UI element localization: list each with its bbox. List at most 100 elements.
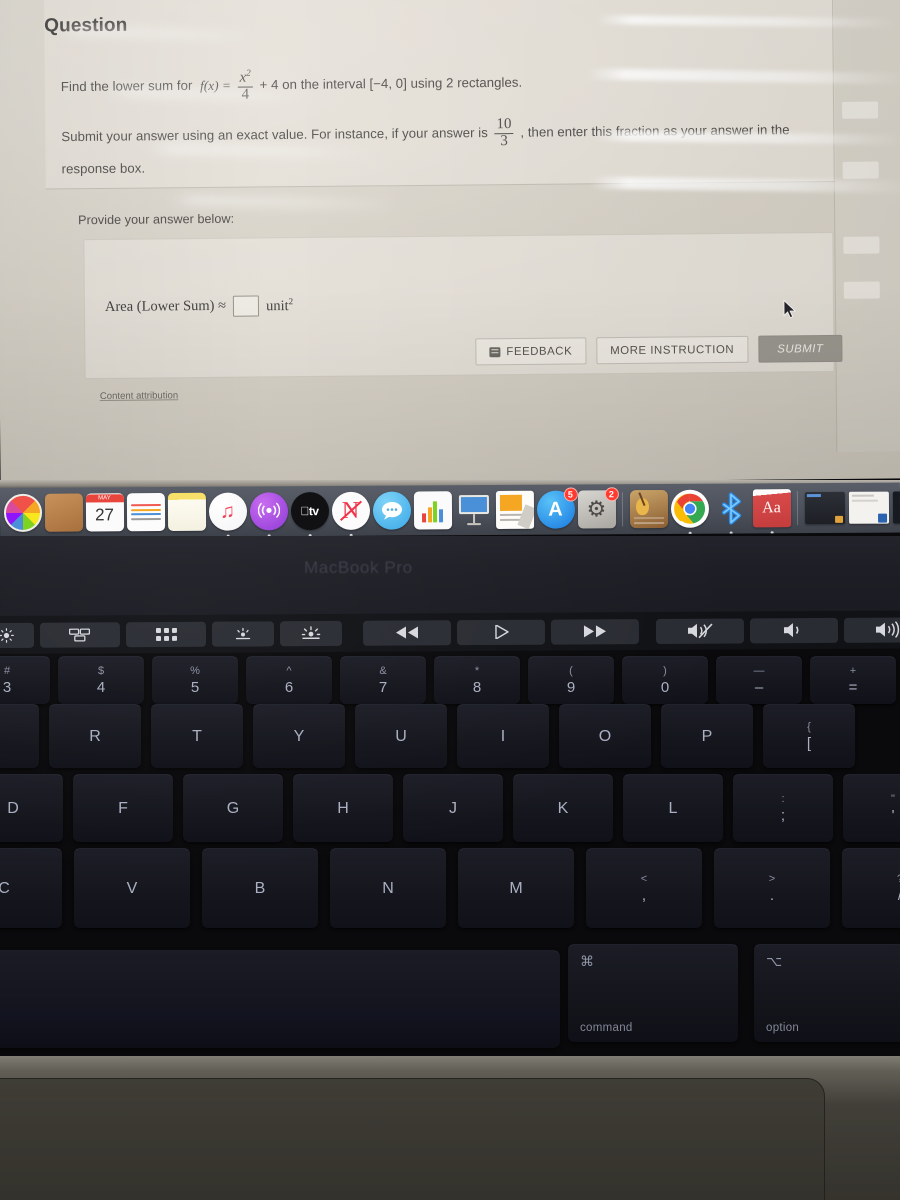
trackpad[interactable] — [0, 1078, 825, 1200]
key-4[interactable]: $ 4 — [58, 656, 144, 704]
key-period[interactable]: > . — [714, 848, 830, 928]
key-6[interactable]: ^ 6 — [246, 656, 332, 704]
key-n[interactable]: N — [330, 848, 446, 928]
messages-icon[interactable] — [372, 491, 411, 530]
key-main-label: 0 — [660, 679, 670, 696]
answer-input[interactable] — [232, 295, 260, 317]
pages-icon[interactable] — [495, 490, 534, 529]
key-main-label: D — [7, 799, 19, 817]
macos-dock[interactable]: MAY 27 ♫ tv N — [0, 482, 900, 538]
bluetooth-glyph — [721, 492, 741, 525]
apple-tv-icon[interactable]: tv — [290, 491, 329, 531]
key-space[interactable] — [0, 950, 560, 1048]
podcasts-icon[interactable] — [249, 492, 288, 531]
news-icon[interactable]: N — [331, 491, 370, 530]
keyboard-brightness-down-key[interactable] — [211, 620, 275, 647]
pages-line — [499, 518, 520, 521]
key-5[interactable]: % 5 — [152, 656, 238, 704]
key-u[interactable]: U — [355, 704, 447, 768]
google-chrome-icon[interactable] — [670, 489, 709, 528]
key-f[interactable]: F — [73, 774, 173, 842]
key-main-label: K — [557, 799, 569, 817]
brightness-down-key[interactable] — [0, 622, 35, 648]
key-e[interactable]: E — [0, 704, 39, 768]
example-frac-denominator: 3 — [494, 132, 514, 150]
key-v[interactable]: V — [74, 848, 190, 928]
doc-line — [851, 499, 878, 502]
key-m[interactable]: M — [458, 848, 574, 928]
key-g[interactable]: G — [183, 774, 283, 842]
key-7[interactable]: & 7 — [340, 656, 426, 704]
dictionary-icon[interactable]: Aa — [752, 489, 791, 528]
key-o[interactable]: O — [559, 704, 651, 768]
key-l[interactable]: L — [623, 774, 723, 842]
key-t[interactable]: T — [151, 704, 243, 768]
app-store-icon[interactable]: A 5 — [536, 487, 578, 529]
submit-button[interactable]: SUBMIT — [758, 334, 843, 363]
mission-control-key[interactable] — [39, 621, 121, 648]
keyboard-qwerty-row: E R T Y U I O P { [ — [0, 704, 860, 768]
key-top-label: " — [891, 793, 895, 805]
more-instruction-button[interactable]: MORE INSTRUCTION — [596, 335, 749, 365]
key-i[interactable]: I — [457, 704, 549, 768]
key-c[interactable]: C — [0, 848, 62, 928]
key-comma[interactable]: < , — [586, 848, 702, 928]
garageband-icon[interactable] — [629, 489, 668, 529]
system-preferences-icon[interactable]: ⚙ 2 — [577, 487, 619, 529]
keyboard-home-row: D F G H J K L : ; " ' — [0, 774, 900, 842]
key-main-label: 5 — [190, 679, 200, 696]
key-command[interactable]: ⌘ command — [568, 944, 738, 1042]
key-equals[interactable]: + = — [810, 656, 896, 704]
key-y[interactable]: Y — [253, 704, 345, 768]
keyboard-brightness-up-key[interactable] — [279, 620, 343, 646]
key-quote[interactable]: " ' — [843, 774, 900, 842]
key-main-label: , — [641, 887, 647, 904]
fast-forward-key[interactable] — [550, 618, 640, 645]
key-h[interactable]: H — [293, 774, 393, 842]
key-main-label: V — [126, 879, 138, 897]
mute-key[interactable] — [655, 617, 745, 644]
calendar-icon[interactable]: MAY 27 — [85, 493, 124, 532]
touch-bar[interactable] — [0, 610, 900, 654]
contacts-icon[interactable] — [44, 493, 83, 532]
key-slash[interactable]: ? / — [842, 848, 900, 928]
laptop-photo-scene: Question Find the lower sum for f(x) = x… — [0, 0, 900, 1200]
minimized-window-media[interactable] — [892, 491, 900, 524]
key-b[interactable]: B — [202, 848, 318, 928]
keynote-icon[interactable] — [454, 491, 492, 529]
volume-down-key[interactable] — [749, 617, 839, 643]
key-p[interactable]: P — [661, 704, 753, 768]
key-3[interactable]: # 3 — [0, 656, 50, 704]
key-minus[interactable]: — – — [716, 656, 802, 704]
key-bracket-left[interactable]: { [ — [763, 704, 855, 768]
key-r[interactable]: R — [49, 704, 141, 768]
key-0[interactable]: ) 0 — [622, 656, 708, 704]
numbers-icon[interactable] — [413, 491, 452, 530]
gear-icon: ⚙ — [586, 496, 607, 522]
key-top-label: ) — [663, 665, 667, 677]
key-j[interactable]: J — [403, 774, 503, 842]
rewind-key[interactable] — [362, 619, 452, 646]
launchpad-key[interactable] — [125, 621, 207, 647]
key-8[interactable]: * 8 — [434, 656, 520, 704]
minimized-window-document[interactable] — [848, 491, 890, 524]
chrome-glyph — [673, 493, 705, 524]
key-semicolon[interactable]: : ; — [733, 774, 833, 842]
play-pause-key[interactable] — [456, 619, 546, 645]
key-d[interactable]: D — [0, 774, 63, 842]
volume-up-key[interactable] — [843, 616, 900, 643]
reminder-line — [130, 513, 161, 516]
finder-icon[interactable] — [3, 493, 42, 532]
feedback-button[interactable]: FEEDBACK — [475, 337, 587, 366]
minimized-window-terminal[interactable] — [804, 491, 846, 525]
reminders-icon[interactable] — [126, 492, 165, 532]
bar — [427, 507, 432, 523]
music-icon[interactable]: ♫ — [208, 492, 247, 531]
key-9[interactable]: ( 9 — [528, 656, 614, 704]
notes-icon[interactable] — [167, 492, 206, 531]
content-attribution-link[interactable]: Content attribution — [100, 390, 179, 402]
bluetooth-icon[interactable] — [711, 489, 749, 527]
key-option[interactable]: ⌥ option — [754, 944, 900, 1042]
macbook-pro-brand-text: MacBook Pro — [304, 558, 413, 577]
key-k[interactable]: K — [513, 774, 613, 842]
